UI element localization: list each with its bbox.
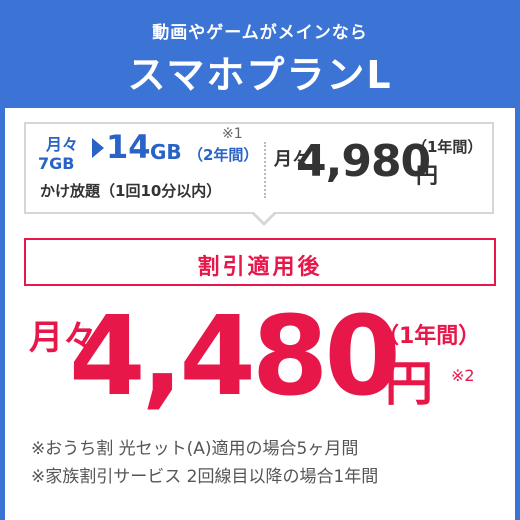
- plan-info-box: 月々 7GB 14 GB （2年間） ※1 かけ放題（1回10分以内） 月々 4…: [24, 122, 494, 226]
- arrow-right-icon: [92, 138, 104, 158]
- header-banner: 動画やゲームがメインなら スマホプランL: [0, 0, 520, 108]
- final-price-unit: 円: [385, 356, 434, 412]
- final-month-label: 月々: [29, 318, 97, 358]
- discount-label-box: 割引適用後: [24, 238, 496, 286]
- data-month-label: 月々: [46, 135, 79, 154]
- price-month-label: 月々: [274, 149, 310, 170]
- regular-price-duration: （1年間）: [412, 138, 483, 156]
- pointer-arrow-inner: [254, 212, 274, 222]
- regular-price: 4,980: [296, 136, 431, 187]
- final-price: 4,480: [69, 292, 401, 420]
- divider: [264, 142, 266, 198]
- data-duration: （2年間）: [188, 146, 259, 164]
- footnote-1: ※おうち割 光セット(A)適用の場合5ヶ月間: [31, 439, 359, 459]
- data-from-amount: 7GB: [38, 154, 75, 173]
- header-subtitle: 動画やゲームがメインなら: [152, 23, 368, 43]
- note-mark-2: ※2: [451, 366, 475, 385]
- plan-card: 月々 7GB 14 GB （2年間） ※1 かけ放題（1回10分以内） 月々 4…: [5, 108, 515, 520]
- data-to-number: 14: [106, 128, 151, 166]
- note-mark-1: ※1: [222, 126, 243, 142]
- data-to-unit: GB: [150, 140, 182, 164]
- footnote-2: ※家族割引サービス 2回線目以降の場合1年間: [31, 467, 379, 487]
- regular-price-unit: 円: [416, 164, 439, 189]
- unlimited-call-text: かけ放題（1回10分以内）: [40, 182, 222, 200]
- plan-title: スマホプランL: [127, 53, 393, 97]
- discount-label: 割引適用後: [197, 255, 323, 280]
